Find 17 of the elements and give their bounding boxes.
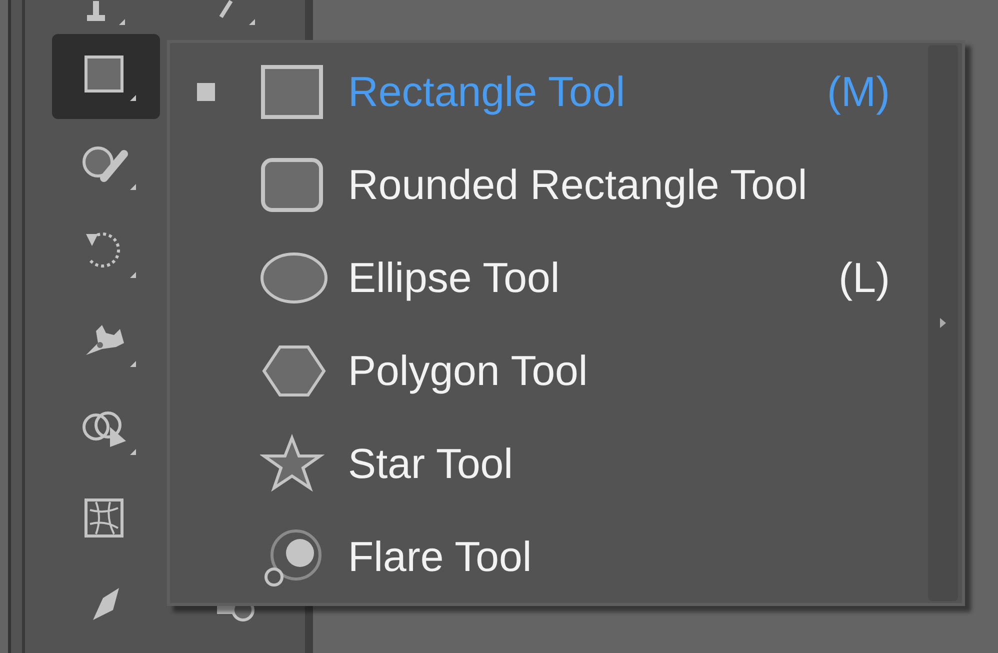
menu-item-label: Polygon Tool	[348, 346, 588, 396]
menu-item-label: Rounded Rectangle Tool	[348, 160, 808, 210]
menu-item[interactable]: Polygon Tool	[170, 324, 928, 417]
menu-item[interactable]: Ellipse Tool (L)	[170, 231, 928, 324]
menu-item[interactable]: Rounded Rectangle Tool	[170, 138, 928, 231]
shortcut-label: (M)	[827, 67, 890, 117]
menu-item-label: Ellipse Tool	[348, 253, 560, 303]
menu-item[interactable]: Star Tool	[170, 417, 928, 510]
shortcut-label: (L)	[838, 253, 890, 303]
expand-arrow-icon	[940, 318, 946, 328]
menu-item-label: Rectangle Tool	[348, 67, 626, 117]
menu-item[interactable]: Flare Tool	[170, 510, 928, 603]
menu-item-label: Star Tool	[348, 439, 513, 489]
brush-tip-icon	[91, 586, 121, 622]
menu-item-label: Flare Tool	[348, 532, 532, 582]
t-shaped-icon	[85, 0, 127, 27]
tool-button[interactable]	[52, 34, 160, 120]
